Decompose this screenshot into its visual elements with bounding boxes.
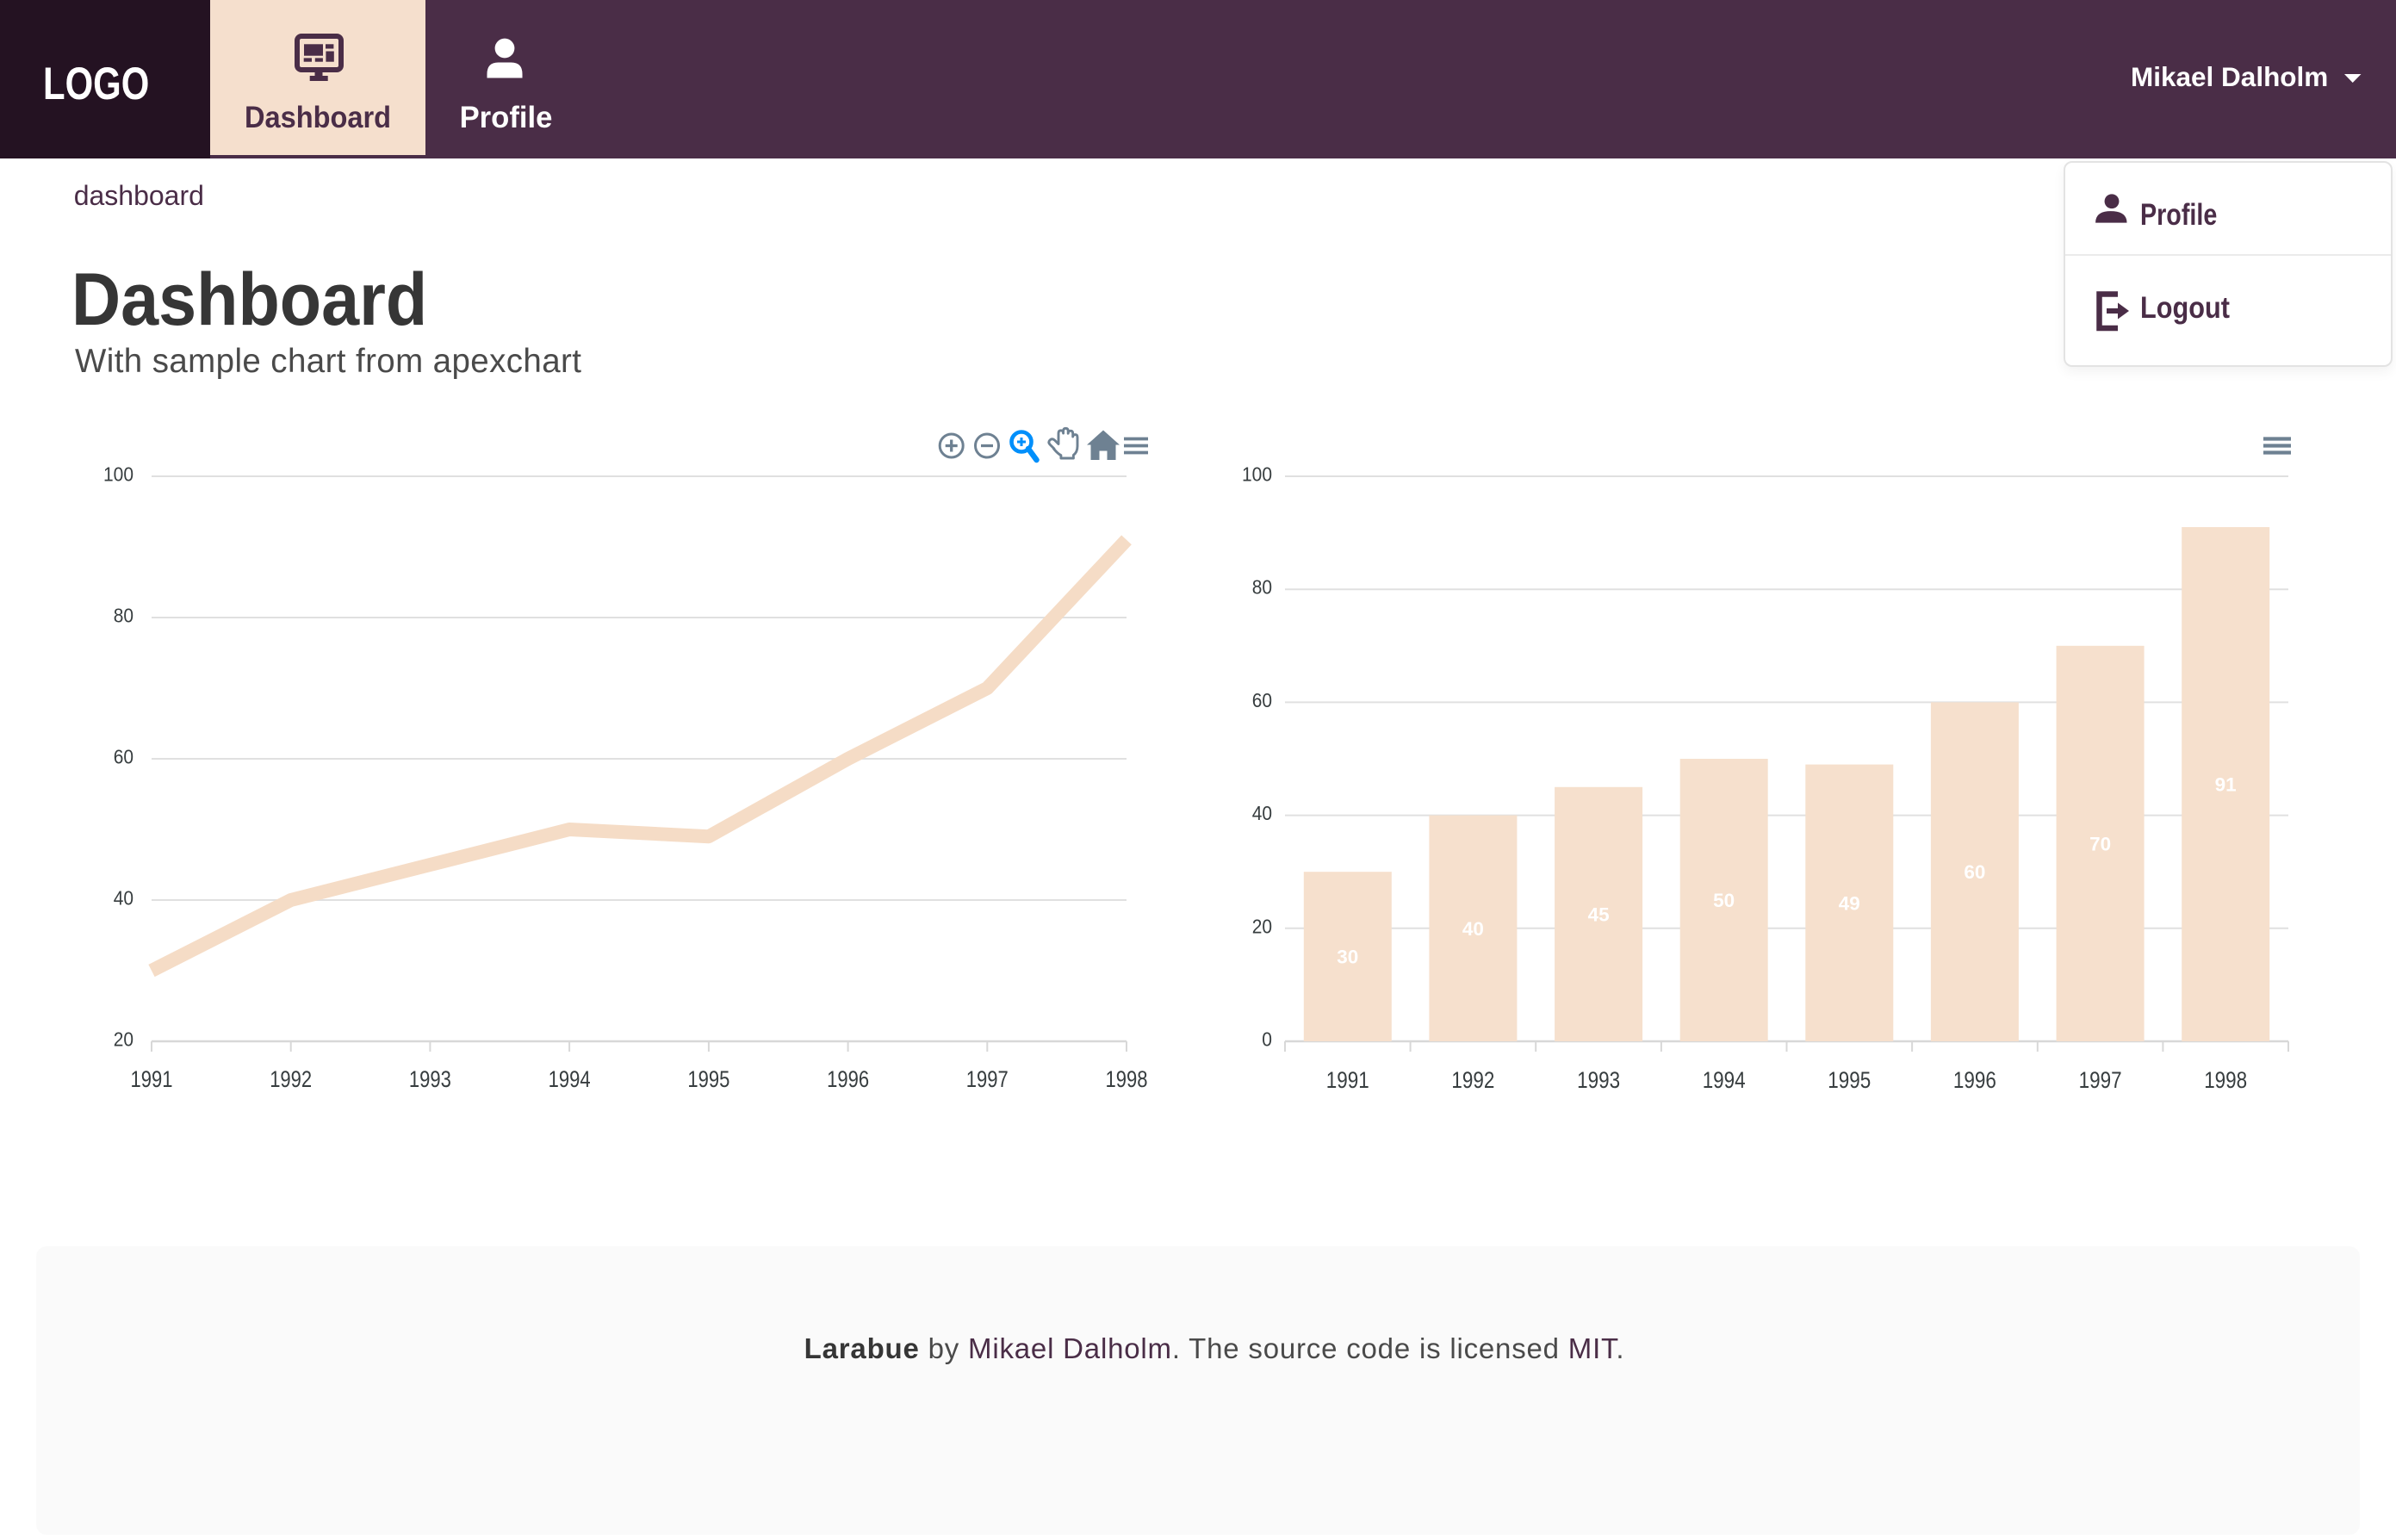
svg-text:100: 100: [103, 463, 133, 486]
svg-text:1996: 1996: [827, 1066, 869, 1092]
svg-text:40: 40: [1462, 918, 1484, 940]
svg-text:1992: 1992: [1451, 1067, 1494, 1093]
svg-text:100: 100: [1242, 463, 1272, 486]
svg-text:1997: 1997: [966, 1066, 1009, 1092]
svg-text:40: 40: [114, 887, 133, 910]
svg-text:1998: 1998: [1106, 1066, 1148, 1092]
svg-text:91: 91: [2215, 774, 2237, 796]
svg-text:1994: 1994: [1703, 1067, 1746, 1093]
svg-text:20: 20: [1252, 915, 1272, 937]
svg-text:1997: 1997: [2079, 1067, 2122, 1093]
svg-text:80: 80: [114, 605, 133, 627]
svg-text:1993: 1993: [1577, 1067, 1620, 1093]
svg-text:60: 60: [114, 746, 133, 768]
svg-text:30: 30: [1337, 947, 1358, 968]
svg-text:1995: 1995: [1828, 1067, 1871, 1093]
svg-text:40: 40: [1252, 802, 1272, 824]
svg-text:70: 70: [2089, 833, 2111, 854]
svg-text:0: 0: [1262, 1028, 1272, 1051]
svg-text:1995: 1995: [687, 1066, 729, 1092]
svg-text:60: 60: [1252, 689, 1272, 711]
svg-text:1993: 1993: [409, 1066, 451, 1092]
svg-text:45: 45: [1588, 904, 1610, 925]
svg-text:1991: 1991: [131, 1066, 173, 1092]
svg-text:1996: 1996: [1953, 1067, 1996, 1093]
svg-text:1992: 1992: [270, 1066, 312, 1092]
svg-text:20: 20: [114, 1028, 133, 1051]
svg-text:1994: 1994: [549, 1066, 591, 1092]
svg-text:1998: 1998: [2204, 1067, 2247, 1093]
svg-text:49: 49: [1839, 892, 1860, 914]
svg-text:50: 50: [1713, 890, 1735, 911]
svg-text:80: 80: [1252, 576, 1272, 599]
svg-text:1991: 1991: [1326, 1067, 1369, 1093]
svg-text:60: 60: [1964, 861, 1985, 883]
